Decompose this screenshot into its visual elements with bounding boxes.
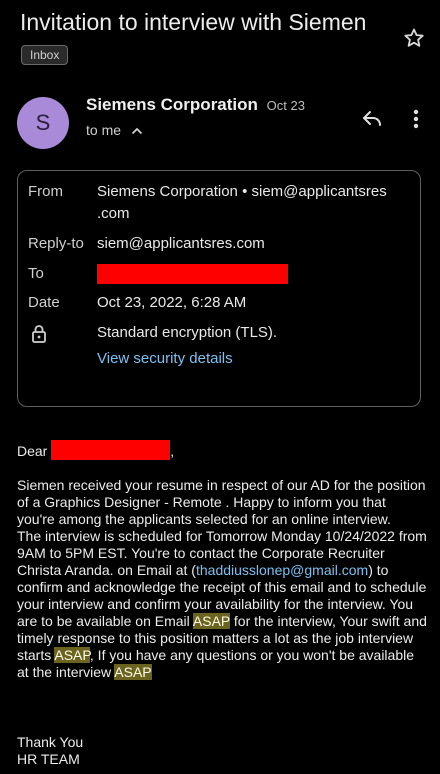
- more-vert-icon[interactable]: [406, 107, 426, 131]
- encryption-value: Standard encryption (TLS).: [97, 324, 278, 341]
- dear-text: Dear: [17, 443, 48, 459]
- lock-icon: [30, 324, 48, 344]
- asap-highlight: ASAP: [192, 613, 230, 629]
- from-label: From: [28, 183, 63, 200]
- to-label: To: [28, 265, 44, 282]
- asap-highlight: ASAP: [54, 647, 90, 663]
- to-redaction: [97, 264, 288, 284]
- inbox-label-chip[interactable]: Inbox: [21, 45, 69, 65]
- email-body: Siemen received your resume in respect o…: [17, 477, 427, 681]
- email-subject: Invitation to interview with Siemen: [20, 9, 367, 35]
- sender-name: Siemens Corporation: [86, 95, 258, 114]
- body-paragraph-2: The interview is scheduled for Tomorrow …: [17, 528, 427, 681]
- asap-highlight: ASAP: [114, 664, 152, 680]
- reply-icon[interactable]: [360, 107, 384, 131]
- body-paragraph-1: Siemen received your resume in respect o…: [17, 477, 426, 527]
- dear-comma: ,: [170, 443, 175, 459]
- details-card: From Siemens Corporation • siem@applican…: [17, 170, 421, 407]
- avatar[interactable]: S: [17, 97, 69, 149]
- chevron-up-icon: [131, 127, 143, 135]
- sender-line: Siemens Corporation Oct 23: [86, 95, 305, 115]
- replyto-label: Reply-to: [28, 235, 84, 252]
- replyto-value: siem@applicantsres.com: [97, 235, 265, 252]
- to-me-label: to me: [86, 122, 122, 138]
- date-value: Oct 23, 2022, 6:28 AM: [97, 294, 247, 311]
- star-icon[interactable]: [402, 26, 426, 50]
- recruiter-email-link[interactable]: thaddiusslonep@gmail.com: [196, 562, 368, 578]
- from-value-line2: .com: [97, 205, 130, 222]
- salutation: Dear ,: [17, 438, 174, 464]
- from-value-line1: Siemens Corporation • siem@applicantsres: [97, 183, 387, 200]
- recipient-toggle[interactable]: to me: [86, 122, 143, 138]
- name-redaction: [51, 440, 171, 460]
- date-label: Date: [28, 294, 60, 311]
- signature-team: HR TEAM: [17, 751, 80, 767]
- signoff-line: Thank You: [17, 734, 84, 750]
- sender-date: Oct 23: [266, 98, 305, 113]
- signature: Thank You HR TEAM: [17, 734, 83, 768]
- view-security-details-link[interactable]: View security details: [97, 348, 233, 370]
